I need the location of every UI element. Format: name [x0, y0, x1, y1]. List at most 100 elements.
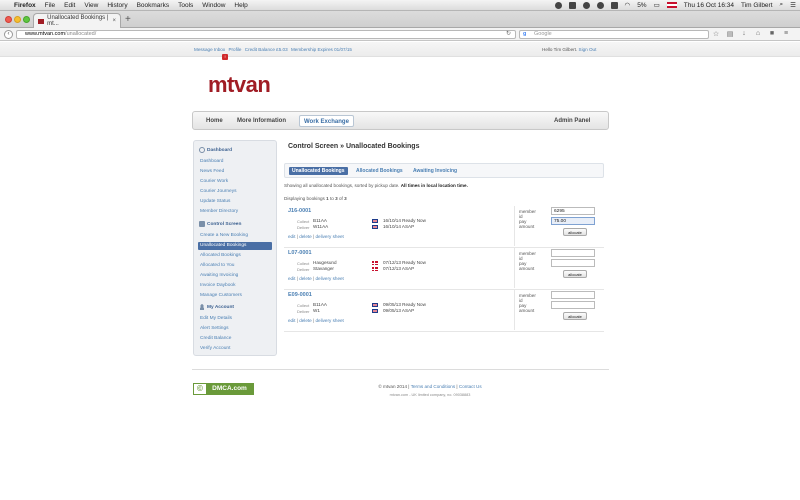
alert-icon[interactable]: ! [222, 54, 228, 60]
window-maximize-button[interactable] [23, 16, 30, 23]
download-icon[interactable]: ↓ [740, 30, 748, 38]
count-to: 3 [335, 196, 338, 201]
browser-tab-active[interactable]: Unallocated Bookings | mt... × [33, 13, 121, 28]
sidebar-item-member-directory[interactable]: Member Directory [200, 208, 272, 216]
menu-tools[interactable]: Tools [178, 2, 193, 9]
sidebar-item-invoice-daybook[interactable]: Invoice Daybook [200, 282, 272, 290]
sidebar-heading-label: Dashboard [207, 147, 233, 153]
booking-ref-link[interactable]: L07-0001 [288, 250, 312, 256]
menu-help[interactable]: Help [234, 2, 247, 9]
tray-icon-5[interactable] [610, 1, 618, 9]
terms-link[interactable]: Terms and Conditions [411, 384, 455, 389]
nav-admin-panel[interactable]: Admin Panel [554, 118, 590, 124]
sidebar-heading-label: Control Screen [207, 221, 242, 227]
search-placeholder: Google [534, 31, 552, 37]
booking-ref-link[interactable]: E09-0001 [288, 292, 312, 298]
tab-allocated-bookings[interactable]: Allocated Bookings [356, 167, 403, 175]
window-close-button[interactable] [5, 16, 12, 23]
battery-icon[interactable]: ▭ [654, 1, 660, 9]
member-id-input[interactable] [551, 249, 595, 257]
member-id-input[interactable] [551, 207, 595, 215]
sidebar-item-dashboard[interactable]: Dashboard [200, 158, 272, 166]
tray-icon-2[interactable] [568, 1, 576, 9]
sign-out-link[interactable]: Sign Out [579, 47, 597, 52]
edit-link[interactable]: edit [288, 234, 295, 239]
delivery-sheet-link[interactable]: delivery sheet [315, 234, 343, 239]
booking-ref-link[interactable]: J16-0001 [288, 208, 311, 214]
membership-expiry-link[interactable]: Membership Expires 01/07/15 [291, 47, 352, 52]
credit-balance-link[interactable]: Credit Balance £5.03 [245, 47, 288, 52]
pay-amount-input[interactable] [551, 217, 595, 225]
user-name[interactable]: Tim Gilbert [741, 2, 773, 9]
menu-window[interactable]: Window [202, 2, 225, 9]
reload-icon[interactable]: ↻ [506, 30, 511, 37]
url-bar[interactable]: www.mtvan.com/unallocated/ [16, 30, 516, 39]
reading-list-icon[interactable]: ▤ [726, 30, 734, 38]
menu-history[interactable]: History [107, 2, 127, 9]
clock[interactable]: Thu 16 Oct 16:34 [684, 2, 734, 9]
tab-close-icon[interactable]: × [112, 18, 116, 24]
sidebar-item-credit-balance[interactable]: Credit Balance [200, 335, 272, 343]
tab-awaiting-invoicing[interactable]: Awaiting Invoicing [413, 167, 457, 175]
home-icon[interactable]: ⌂ [754, 30, 762, 38]
spotlight-icon[interactable]: ⌕ [780, 1, 784, 9]
contact-link[interactable]: Contact Us [459, 384, 482, 389]
site-logo[interactable]: mtvan [208, 72, 271, 98]
allocate-button[interactable]: allocate [563, 270, 587, 278]
collect-postcode: B11AA [313, 218, 327, 223]
sidebar-item-unallocated-bookings[interactable]: Unallocated Bookings [198, 242, 272, 250]
sidebar-item-courier-work[interactable]: Courier Work [200, 178, 272, 186]
edit-link[interactable]: edit [288, 276, 295, 281]
back-button[interactable]: ‹ [4, 30, 13, 39]
edit-link[interactable]: edit [288, 318, 295, 323]
search-bar[interactable]: g Google [519, 30, 709, 39]
delivery-sheet-link[interactable]: delivery sheet [315, 318, 343, 323]
sidebar-item-edit-details[interactable]: Edit My Details [200, 315, 272, 323]
sidebar-item-create-booking[interactable]: Create a New Booking [200, 232, 272, 240]
wifi-icon[interactable]: ◠ [625, 1, 631, 9]
nav-work-exchange[interactable]: Work Exchange [299, 115, 354, 127]
menu-app[interactable]: Firefox [14, 2, 36, 9]
tray-icon-4[interactable] [596, 1, 604, 9]
addon-icon[interactable]: ■ [768, 30, 776, 38]
battery-text[interactable]: 5% [637, 2, 646, 9]
count-of-word: of [338, 196, 343, 201]
bookmark-star-icon[interactable]: ☆ [712, 30, 720, 38]
menu-view[interactable]: View [84, 2, 98, 9]
delete-link[interactable]: delete [299, 234, 312, 239]
menu-icon[interactable]: ≡ [782, 30, 790, 38]
notifications-icon[interactable]: ☰ [790, 1, 796, 9]
pay-amount-input[interactable] [551, 259, 595, 267]
menu-edit[interactable]: Edit [64, 2, 75, 9]
allocate-button[interactable]: allocate [563, 312, 587, 320]
booking-tabs: Unallocated Bookings Allocated Bookings … [284, 163, 604, 178]
sidebar-item-verify-account[interactable]: Verify Account [200, 345, 272, 353]
sidebar-item-courier-journeys[interactable]: Courier Journeys [200, 188, 272, 196]
sidebar-item-alert-settings[interactable]: Alert Settings [200, 325, 272, 333]
delete-link[interactable]: delete [299, 318, 312, 323]
tray-icon-3[interactable] [582, 1, 590, 9]
profile-link[interactable]: Profile [228, 47, 241, 52]
nav-more-information[interactable]: More Information [237, 118, 286, 124]
dmca-badge[interactable]: © DMCA.com [193, 383, 254, 395]
sidebar-item-awaiting-invoicing[interactable]: Awaiting Invoicing [200, 272, 272, 280]
allocate-button[interactable]: allocate [563, 228, 587, 236]
menu-bookmarks[interactable]: Bookmarks [137, 2, 170, 9]
tray-icon-1[interactable] [554, 1, 562, 9]
pay-amount-input[interactable] [551, 301, 595, 309]
member-id-input[interactable] [551, 291, 595, 299]
sidebar-item-news-feed[interactable]: News Feed [200, 168, 272, 176]
delivery-sheet-link[interactable]: delivery sheet [315, 276, 343, 281]
new-tab-button[interactable]: + [125, 15, 131, 25]
sidebar-item-allocated-bookings[interactable]: Allocated Bookings [200, 252, 272, 260]
sidebar-item-manage-customers[interactable]: Manage Customers [200, 292, 272, 300]
window-minimize-button[interactable] [14, 16, 21, 23]
menu-file[interactable]: File [45, 2, 55, 9]
uk-flag-icon[interactable] [666, 2, 677, 8]
sidebar-item-allocated-to-you[interactable]: Allocated to You [200, 262, 272, 270]
sidebar-item-update-status[interactable]: Update Status [200, 198, 272, 206]
delete-link[interactable]: delete [299, 276, 312, 281]
message-inbox-link[interactable]: Message Inbox [194, 47, 225, 52]
nav-home[interactable]: Home [206, 118, 223, 124]
tab-unallocated-bookings[interactable]: Unallocated Bookings [289, 167, 348, 175]
